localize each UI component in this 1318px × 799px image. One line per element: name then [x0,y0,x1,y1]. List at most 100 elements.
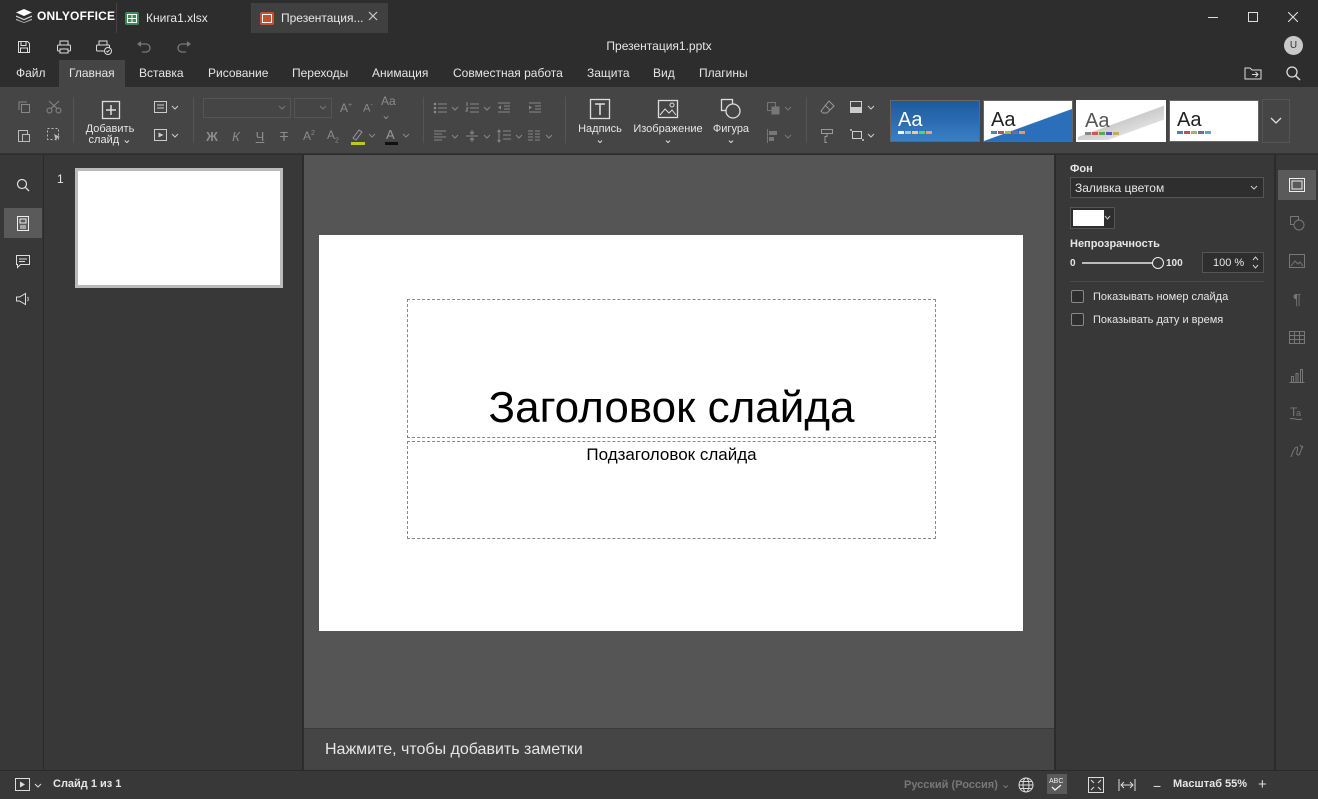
tab-presentation[interactable]: Презентация... [252,3,388,33]
text-art-settings-button[interactable]: Ta [1278,398,1316,428]
menu-draw[interactable]: Рисование [198,60,278,87]
close-tab-icon[interactable] [368,11,378,21]
theme-sample-text: Aa [991,109,1016,131]
image-settings-button[interactable] [1278,246,1316,276]
chart-settings-button[interactable] [1278,360,1316,390]
zoom-out-button[interactable]: − [1153,778,1161,794]
menu-protection[interactable]: Защита [577,60,640,87]
menu-view[interactable]: Вид [643,60,685,87]
color-scheme-button[interactable] [848,98,878,116]
numbering-button[interactable] [465,99,493,117]
menu-animation[interactable]: Анимация [362,60,438,87]
cut-button[interactable] [45,98,63,116]
insert-shape-button[interactable] [719,97,743,121]
increase-font-icon: A+ [339,101,353,115]
fill-color-picker[interactable] [1070,207,1115,229]
increase-font-button[interactable]: A+ [338,99,354,117]
tab-spreadsheet[interactable]: Книга1.xlsx [116,3,252,33]
image-icon [657,99,679,119]
paste-button[interactable] [15,126,33,144]
comments-panel-button[interactable] [4,246,42,276]
menu-file[interactable]: Файл [6,60,56,87]
arrange-button[interactable] [765,99,795,117]
layout-button[interactable] [152,98,182,116]
menu-collaboration[interactable]: Совместная работа [443,60,573,87]
table-settings-button[interactable] [1278,322,1316,352]
highlight-color-button[interactable] [348,127,378,145]
slide-settings-button[interactable] [1278,170,1316,200]
spellcheck-button[interactable]: ABC [1047,774,1067,794]
menu-insert[interactable]: Вставка [129,60,194,87]
fit-to-width-button[interactable] [1118,779,1136,791]
search-button[interactable] [1286,66,1301,81]
slideshow-menu-button[interactable] [14,777,44,793]
document-language-button[interactable] [1018,777,1034,793]
align-shapes-button[interactable] [765,127,795,145]
opacity-slider-thumb[interactable] [1152,257,1164,269]
decrease-indent-button[interactable] [495,99,513,117]
title-placeholder[interactable]: Заголовок слайда [407,299,936,438]
font-color-button[interactable]: A [382,127,412,145]
shape-settings-button[interactable] [1278,208,1316,238]
insert-image-button[interactable] [656,97,680,121]
slide-canvas[interactable]: Заголовок слайда Подзаголовок слайда [319,235,1023,631]
more-themes-button[interactable] [1262,99,1290,143]
fit-to-slide-button[interactable] [1088,777,1104,793]
theme-blank-blue[interactable]: Aa [890,100,980,142]
signature-settings-button[interactable] [1278,436,1316,466]
bold-button[interactable]: Ж [204,127,220,145]
line-spacing-button[interactable] [497,127,525,145]
clear-style-button[interactable] [818,98,836,116]
add-slide-button[interactable] [100,99,122,121]
bullets-button[interactable] [433,99,461,117]
underline-button[interactable]: Ч [252,127,268,145]
align-button[interactable] [433,127,461,145]
feedback-button[interactable] [4,284,42,314]
font-size-combo[interactable] [294,98,332,118]
slide-thumbnail[interactable] [75,168,283,288]
decrease-font-button[interactable]: A- [360,99,376,117]
menu-plugins[interactable]: Плагины [689,60,758,87]
subscript-button[interactable]: A2 [325,127,341,145]
increase-indent-button[interactable] [526,99,544,117]
font-name-combo[interactable] [203,98,291,118]
theme-basic[interactable]: Aa [983,100,1073,142]
insert-textbox-button[interactable] [588,97,612,121]
language-selector[interactable]: Русский (Россия) ⌄ [904,778,1010,791]
layout-icon [154,101,179,113]
fill-type-select[interactable]: Заливка цветом [1070,177,1264,198]
vertical-align-button[interactable] [465,127,493,145]
toolbar-separator [73,97,74,143]
italic-button[interactable]: К [228,127,244,145]
start-slideshow-button[interactable] [152,126,182,144]
menu-transitions[interactable]: Переходы [282,60,358,87]
opacity-slider-track[interactable] [1082,257,1164,269]
show-date-time-checkbox[interactable] [1071,313,1084,326]
select-all-button[interactable] [45,126,63,144]
open-file-location-button[interactable] [1244,66,1262,80]
maximize-button[interactable] [1233,5,1273,29]
strikethrough-button[interactable]: Т [276,127,292,145]
superscript-button[interactable]: A2 [301,127,317,145]
search-panel-button[interactable] [4,170,42,200]
theme-classic[interactable]: Aa [1076,100,1166,142]
opacity-spinbox[interactable]: 100 % [1202,252,1264,273]
paragraph-settings-button[interactable]: ¶ [1278,284,1316,314]
theme-official[interactable]: Aa [1169,100,1259,142]
columns-button[interactable] [527,127,555,145]
menu-home[interactable]: Главная [59,60,125,87]
zoom-in-button[interactable]: + [1258,776,1267,793]
app-logo[interactable]: ONLYOFFICE [16,9,115,23]
close-window-button[interactable] [1273,5,1313,29]
show-slide-number-checkbox[interactable] [1071,290,1084,303]
copy-style-button[interactable] [818,126,836,144]
vertical-align-icon [466,130,491,142]
minimize-button[interactable] [1193,5,1233,29]
notes-area[interactable]: Нажмите, чтобы добавить заметки [304,728,1054,770]
user-avatar[interactable]: U [1284,36,1303,55]
copy-button[interactable] [15,98,33,116]
change-case-button[interactable]: Aa ⌄ [381,94,409,122]
subtitle-placeholder[interactable]: Подзаголовок слайда [407,441,936,539]
slides-panel-button[interactable] [4,208,42,238]
slide-size-button[interactable] [848,126,878,144]
